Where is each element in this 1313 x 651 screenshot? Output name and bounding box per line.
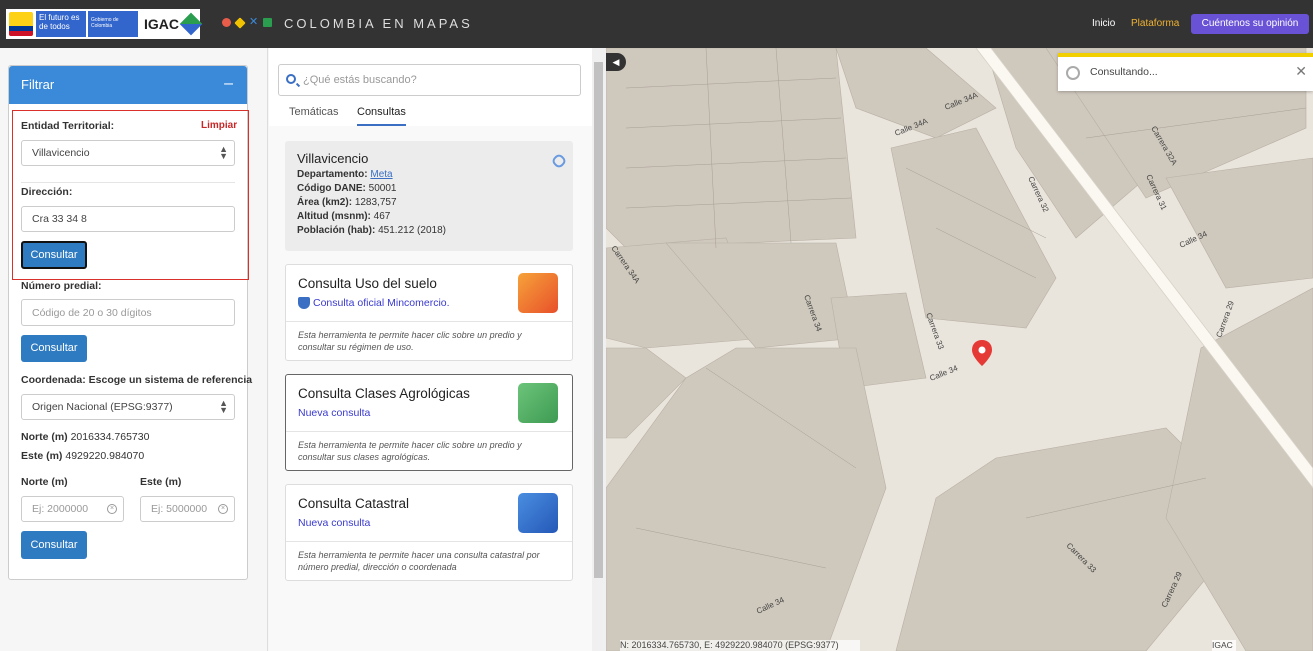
top-header: El futuro es de todos Gobierno de Colomb… [0,0,1313,48]
direccion-input[interactable]: Cra 33 34 8 [21,206,235,232]
gov-gobierno-text: Gobierno de Colombia [88,11,138,37]
consultar-predial-button[interactable]: Consultar [21,335,87,362]
departamento-row: Departamento: Meta [297,169,393,180]
coord-system-value: Origen Nacional (EPSG:9377) [32,401,173,413]
este-input[interactable]: Ej: 5000000 × [140,496,235,522]
nav-inicio[interactable]: Inicio [1092,18,1115,29]
coordinate-readout: N: 2016334.765730, E: 4929220.984070 (EP… [620,640,860,651]
consultar-direccion-button[interactable]: Consultar [21,241,87,269]
card-title: Consulta Catastral [298,496,410,511]
close-icon[interactable]: ✕ [1295,63,1307,80]
predial-input[interactable]: Código de 20 o 30 dígitos [21,299,235,326]
search-icon [286,74,296,84]
yellow-diamond-icon [234,16,246,29]
este-readout: Este (m) 4929220.984070 [21,450,145,462]
coord-system-select[interactable]: Origen Nacional (EPSG:9377) ▲ ▼ [21,394,235,420]
filter-title: Filtrar [21,77,55,92]
este-readout-value: 4929220.984070 [65,450,145,462]
card-title: Consulta Clases Agrológicas [298,386,470,401]
card-subtitle[interactable]: Nueva consulta [298,517,370,529]
red-dot-icon [222,18,231,27]
toast-text: Consultando... [1090,66,1158,78]
map-canvas[interactable]: Calle 34A Calle 34A Calle 34 Calle 34 Ca… [606,48,1313,651]
igac-logo-icon [179,12,203,36]
direccion-label: Dirección: [21,186,73,198]
norte-input[interactable]: Ej: 2000000 × [21,496,124,522]
departamento-link[interactable]: Meta [370,169,392,180]
este-placeholder: Ej: 5000000 [151,503,208,515]
card-description: Esta herramienta te permite hacer una co… [298,550,540,572]
clear-icon[interactable]: × [107,504,117,514]
card-subtitle[interactable]: Consulta oficial Mincomercio. [298,297,450,310]
cadastre-icon [518,493,558,533]
coord-label: Coordenada: Escoge un sistema de referen… [21,374,253,386]
clases-agrologicas-card[interactable]: Consulta Clases Agrológicas Nueva consul… [285,374,573,471]
uso-suelo-card[interactable]: Consulta Uso del suelo Consulta oficial … [285,264,573,361]
entidad-select-value: Villavicencio [32,147,90,159]
municipio-info-card: Villavicencio Departamento: Meta Código … [285,141,573,251]
collapse-icon[interactable]: – [224,75,233,93]
search-placeholder: ¿Qué estás buscando? [303,74,417,86]
entidad-label: Entidad Territorial: [21,120,115,132]
nav-plataforma[interactable]: Plataforma [1131,18,1179,29]
este-input-label: Este (m) [140,476,182,488]
collapse-panel-icon[interactable]: ◀ [606,53,626,71]
card-divider [286,431,572,432]
gov-futuro-text: El futuro es de todos [36,11,86,37]
gov-logo[interactable]: El futuro es de todos Gobierno de Colomb… [6,9,203,39]
clear-icon[interactable]: × [218,504,228,514]
entidad-select[interactable]: Villavicencio ▲ ▼ [21,140,235,166]
area-row: Área (km2): 1283,757 [297,197,397,208]
select-arrows-icon: ▲ ▼ [219,398,228,415]
opinion-button[interactable]: Cuéntenos su opinión [1191,14,1309,34]
brand-dots: ✕ [222,16,273,29]
select-arrows-icon: ▲ ▼ [219,144,228,161]
norte-readout-value: 2016334.765730 [70,431,150,443]
predial-placeholder: Código de 20 o 30 dígitos [32,306,152,319]
municipio-name: Villavicencio [297,151,369,166]
poblacion-row: Población (hab): 451.212 (2018) [297,225,446,236]
altitud-row: Altitud (msnm): 467 [297,211,391,222]
shield-check-icon [298,297,310,310]
clock-icon [1066,66,1080,80]
predial-label: Número predial: [21,280,102,292]
card-title: Consulta Uso del suelo [298,276,437,291]
plant-icon [518,383,558,423]
search-input[interactable]: ¿Qué estás buscando? [278,64,581,96]
tab-consultas[interactable]: Consultas [357,106,406,126]
card-divider [286,321,572,322]
norte-readout: Norte (m) 2016334.765730 [21,431,150,443]
brand-title: COLOMBIA EN MAPAS [284,16,473,31]
land-use-icon [518,273,558,313]
norte-input-label: Norte (m) [21,476,68,488]
norte-placeholder: Ej: 2000000 [32,503,89,515]
blue-cross-icon: ✕ [249,16,259,28]
status-toast: Consultando... ✕ [1058,53,1313,91]
card-description: Esta herramienta te permite hacer clic s… [298,440,522,462]
filter-header[interactable]: Filtrar – [9,66,247,104]
card-description: Esta herramienta te permite hacer clic s… [298,330,522,352]
catastral-card[interactable]: Consulta Catastral Nueva consulta Esta h… [285,484,573,581]
divider [21,182,235,183]
direccion-input-value: Cra 33 34 8 [32,213,87,225]
map-view[interactable]: Calle 34A Calle 34A Calle 34 Calle 34 Ca… [606,48,1313,651]
green-square-icon [263,18,273,27]
scrollbar-thumb[interactable] [594,62,603,578]
tab-tematicas[interactable]: Temáticas [289,106,339,118]
dane-row: Código DANE: 50001 [297,183,397,194]
card-subtitle[interactable]: Nueva consulta [298,407,370,419]
igac-logo-text: IGAC [144,16,179,32]
limpiar-link[interactable]: Limpiar [201,120,237,131]
consultar-coordenada-button[interactable]: Consultar [21,531,87,559]
card-divider [286,541,572,542]
map-attribution: IGAC [1212,640,1236,651]
colombia-flag-icon [9,12,33,36]
